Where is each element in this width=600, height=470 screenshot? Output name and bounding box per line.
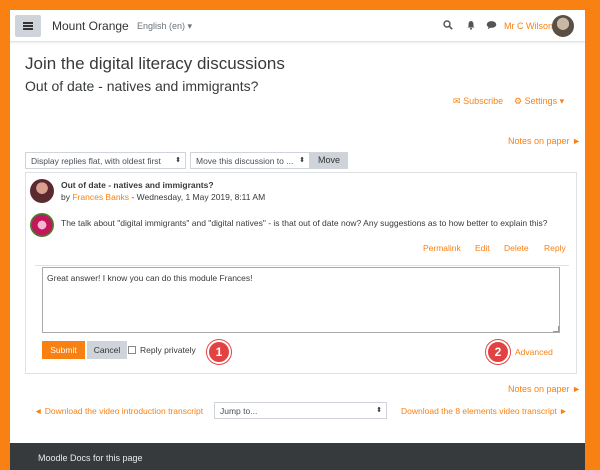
author-link[interactable]: Frances Banks: [72, 192, 129, 202]
resize-handle-icon[interactable]: [553, 326, 559, 332]
navbar: Mount Orange English (en) ▾ Mr C Wilson …: [10, 10, 585, 42]
jump-to-value: Jump to...: [220, 406, 258, 416]
edit-link[interactable]: Edit: [475, 243, 490, 253]
language-menu[interactable]: English (en) ▾: [137, 21, 192, 32]
jump-to-select[interactable]: Jump to... ⬍: [214, 402, 387, 419]
language-label: English (en): [137, 21, 186, 31]
arrow-right-icon: ►: [572, 384, 581, 394]
previous-activity-link[interactable]: ◄ Download the video introduction transc…: [34, 406, 203, 416]
permalink-link[interactable]: Permalink: [423, 243, 461, 253]
post-body: The talk about "digital immigrants" and …: [61, 218, 548, 228]
next-activity-link[interactable]: Download the 8 elements video transcript…: [401, 406, 568, 416]
reply-link[interactable]: Reply: [544, 243, 566, 253]
select-arrows-icon: ⬍: [299, 157, 305, 164]
post-byline: by Frances Banks - Wednesday, 1 May 2019…: [61, 192, 265, 202]
submit-button[interactable]: Submit: [42, 341, 85, 359]
cancel-button[interactable]: Cancel: [87, 341, 127, 359]
caret-down-icon: ▾: [559, 96, 565, 106]
reply-textarea[interactable]: Great answer! I know you can do this mod…: [42, 267, 560, 333]
settings-label: Settings: [524, 96, 558, 106]
move-select-value: Move this discussion to ...: [196, 156, 294, 166]
chat-icon[interactable]: [485, 20, 497, 32]
reply-privately-label: Reply privately: [140, 345, 196, 355]
envelope-icon: ✉: [453, 96, 461, 106]
arrow-right-icon: ►: [572, 136, 581, 146]
callout-badge-2: 2: [486, 340, 510, 364]
notes-label: Notes on paper: [508, 384, 570, 394]
caret-down-icon: ▾: [187, 21, 193, 31]
select-arrows-icon: ⬍: [376, 407, 382, 414]
select-arrows-icon: ⬍: [175, 157, 181, 164]
reply-privately-option[interactable]: Reply privately: [128, 345, 196, 355]
user-name: Mr C Wilson: [504, 21, 553, 31]
post-date: - Wednesday, 1 May 2019, 8:11 AM: [131, 192, 266, 202]
move-discussion-select[interactable]: Move this discussion to ... ⬍: [190, 152, 310, 169]
advanced-link[interactable]: Advanced: [515, 347, 553, 357]
display-mode-value: Display replies flat, with oldest first: [31, 156, 161, 166]
page-title: Join the digital literacy discussions: [25, 54, 285, 73]
user-avatar[interactable]: [552, 15, 574, 37]
notes-on-paper-link-top[interactable]: Notes on paper ►: [508, 136, 581, 146]
delete-link[interactable]: Delete: [504, 243, 529, 253]
author-avatar[interactable]: [30, 179, 54, 203]
menu-toggle-button[interactable]: [15, 15, 41, 37]
notes-on-paper-link-bottom[interactable]: Notes on paper ►: [508, 384, 581, 394]
page-footer: Moodle Docs for this page: [10, 443, 585, 470]
post-image: [30, 213, 54, 237]
subscribe-label: Subscribe: [463, 96, 504, 106]
page-frame: Mount Orange English (en) ▾ Mr C Wilson …: [10, 10, 585, 470]
callout-badge-1: 1: [207, 340, 231, 364]
settings-menu[interactable]: ⚙ Settings ▾: [514, 96, 564, 107]
moodle-docs-link[interactable]: Moodle Docs for this page: [38, 453, 148, 467]
reply-privately-checkbox[interactable]: [128, 346, 136, 354]
notes-label: Notes on paper: [508, 136, 570, 146]
move-button[interactable]: Move: [310, 152, 348, 169]
search-icon[interactable]: [442, 20, 454, 32]
gear-icon: ⚙: [514, 96, 523, 106]
post-subject: Out of date - natives and immigrants?: [61, 180, 214, 190]
bell-icon[interactable]: [465, 20, 477, 32]
hamburger-icon: [23, 22, 33, 30]
subscribe-link[interactable]: ✉ Subscribe: [453, 96, 503, 107]
byline-by: by: [61, 192, 70, 202]
display-mode-select[interactable]: Display replies flat, with oldest first …: [25, 152, 186, 169]
site-name[interactable]: Mount Orange: [52, 19, 129, 33]
discussion-title: Out of date - natives and immigrants?: [25, 78, 259, 94]
